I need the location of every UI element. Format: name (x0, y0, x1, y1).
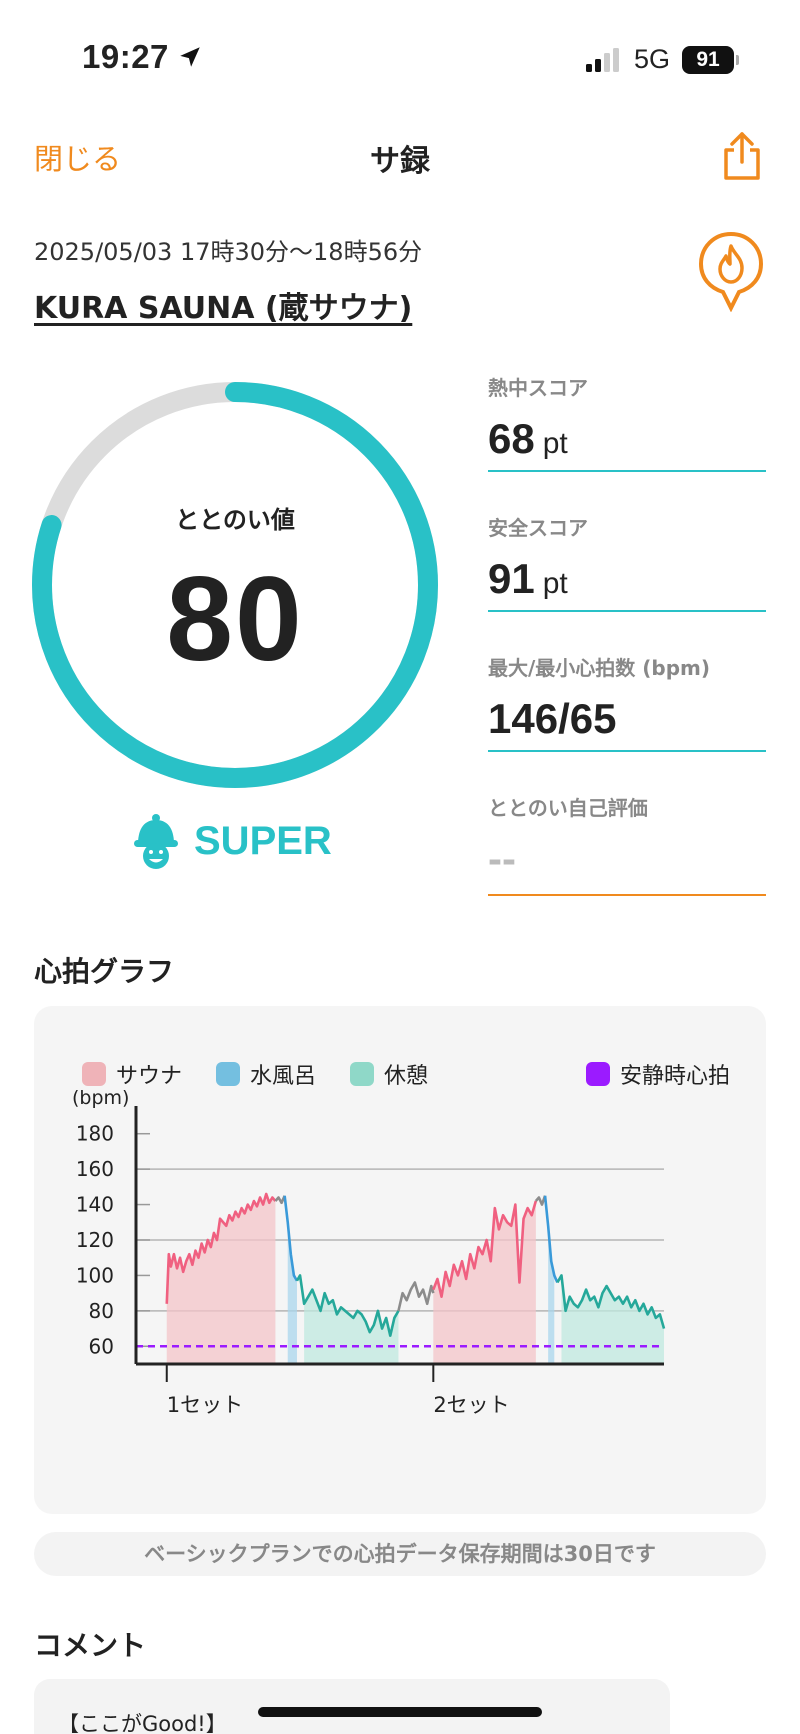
legend-swatch (216, 1062, 240, 1086)
y-tick-label: 80 (89, 1299, 114, 1323)
metric-label: 最大/最小心拍数 (bpm) (488, 656, 711, 680)
status-time: 19:27 (82, 38, 203, 76)
close-button[interactable]: 閉じる (34, 136, 121, 178)
metric-label: 安全スコア (488, 516, 588, 540)
heart-rate-range: 最大/最小心拍数 (bpm) 146/65 (488, 652, 766, 752)
legend-swatch (82, 1062, 106, 1086)
status-right: 5G 91 (585, 44, 739, 75)
comment-text: 【ここがGood!】 (58, 1712, 227, 1734)
metric-label: ととのい自己評価 (488, 796, 648, 820)
phase-area-rest (304, 1289, 399, 1364)
metric-label: 熱中スコア (488, 376, 588, 400)
set-marker-label: 1セット (167, 1393, 243, 1417)
metric-value: 91 (488, 555, 535, 602)
metric-unit: pt (542, 427, 568, 460)
network-label: 5G (633, 44, 670, 74)
self-rating-field[interactable]: ととのい自己評価 -- (488, 792, 766, 896)
share-button[interactable] (720, 130, 764, 182)
share-icon (724, 132, 760, 180)
safety-score: 安全スコア 91 pt (488, 512, 766, 612)
metric-underline (488, 894, 766, 896)
metric-unit: pt (542, 567, 568, 600)
hr-series-transition (534, 1195, 547, 1206)
totonoi-value: 80 (166, 552, 304, 686)
rank-badge: SUPER (132, 812, 332, 870)
metric-underline (488, 750, 766, 752)
heart-rate-chart: (bpm) 180 160 140 120 100 80 60 1セット 2セット (72, 1087, 666, 1417)
rank-label: SUPER (194, 818, 332, 863)
signal-icon (585, 47, 619, 72)
heart-graph-title: 心拍グラフ (34, 955, 175, 988)
metric-value: 68 (488, 415, 535, 462)
heart-graph-card: サウナ 水風呂 休憩 安静時心拍 (bpm) 180 160 140 120 100 80 6… (34, 1006, 766, 1514)
y-tick-label: 60 (89, 1334, 114, 1358)
storage-notice: ベーシックプランでの心拍データ保存期間は30日です (34, 1532, 766, 1576)
metric-value: 146/65 (488, 695, 617, 742)
legend-swatch (350, 1062, 374, 1086)
y-tick-label: 180 (76, 1122, 114, 1146)
metric-underline (488, 610, 766, 612)
sauna-hat-icon (134, 814, 178, 869)
y-tick-label: 140 (76, 1193, 114, 1217)
location-arrow-icon (180, 47, 200, 67)
set-marker-label: 2セット (433, 1393, 509, 1417)
fire-icon (698, 231, 764, 313)
legend-swatch (586, 1062, 610, 1086)
status-time-text: 19:27 (82, 38, 169, 75)
phase-area-rest (561, 1275, 664, 1364)
y-axis-label: (bpm) (72, 1087, 129, 1109)
battery-level: 91 (696, 47, 720, 71)
totonoi-label: ととのい値 (175, 506, 295, 534)
facility-link[interactable]: KURA SAUNA (蔵サウナ) (34, 283, 412, 327)
heat-score: 熱中スコア 68 pt (488, 372, 766, 472)
fire-badge[interactable] (696, 230, 766, 313)
metric-value: -- (488, 835, 516, 882)
y-tick-label: 120 (76, 1228, 114, 1252)
y-tick-label: 160 (76, 1157, 114, 1181)
hr-series-transition (397, 1281, 435, 1312)
session-datetime: 2025/05/03 17時30分〜18時56分 (34, 238, 423, 266)
y-tick-label: 100 (76, 1263, 114, 1287)
comment-title: コメント (34, 1629, 147, 1662)
hr-series-transition (274, 1195, 286, 1205)
battery-icon: 91 (682, 45, 739, 74)
home-indicator (258, 1707, 542, 1717)
metric-underline (488, 470, 766, 472)
